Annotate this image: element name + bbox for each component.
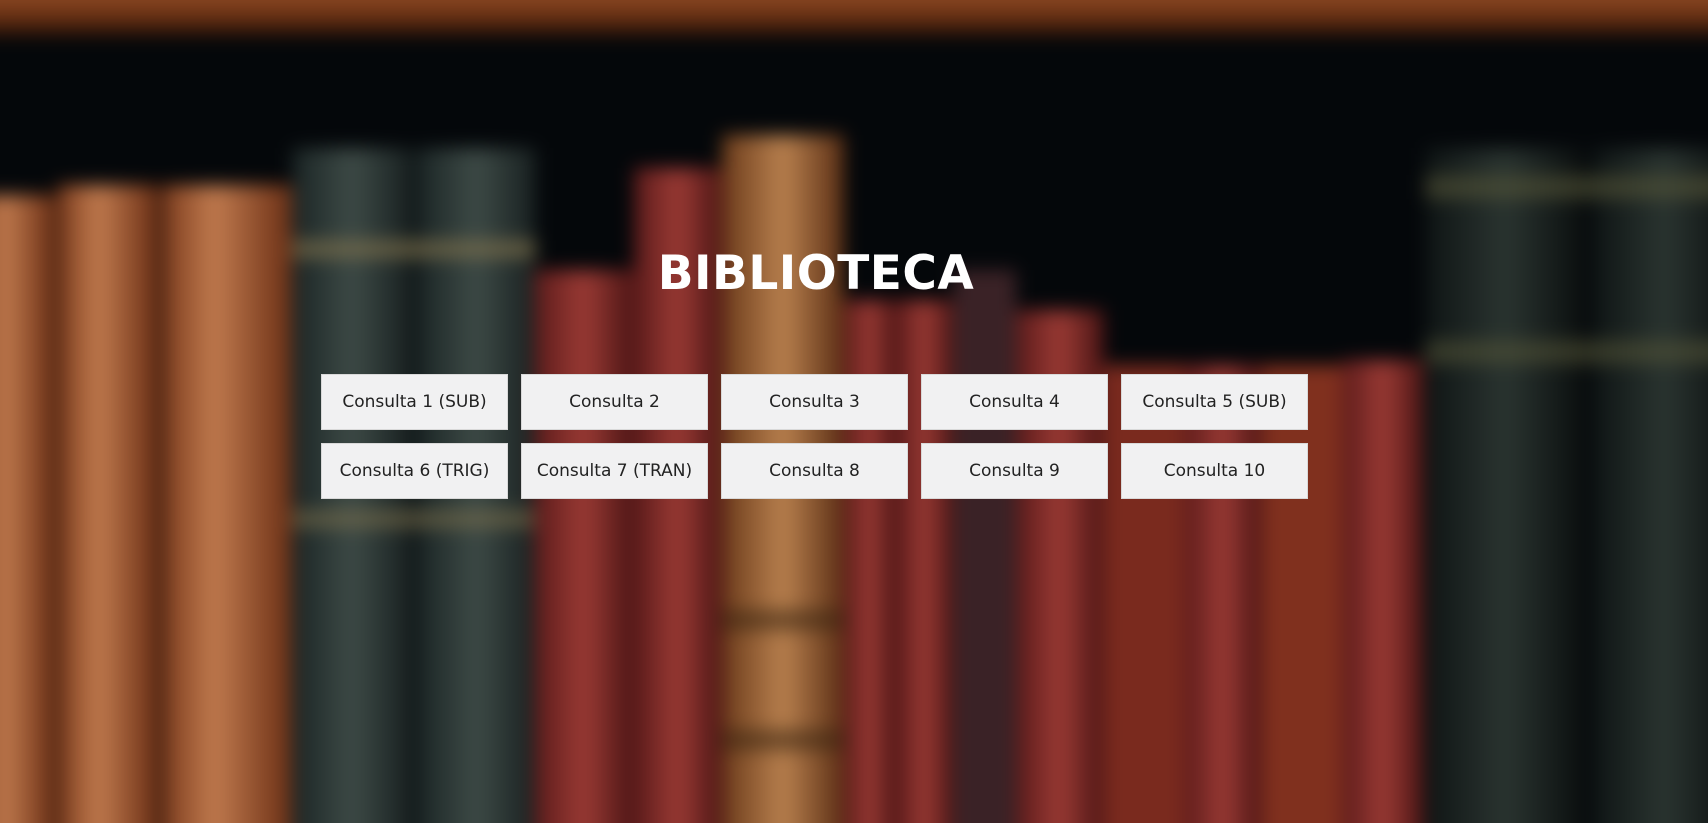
consulta-9-button[interactable]: Consulta 9	[921, 443, 1108, 499]
consulta-6-button[interactable]: Consulta 6 (TRIG)	[321, 443, 508, 499]
consulta-8-button[interactable]: Consulta 8	[721, 443, 908, 499]
consulta-5-button[interactable]: Consulta 5 (SUB)	[1121, 374, 1308, 430]
query-button-grid: Consulta 1 (SUB) Consulta 2 Consulta 3 C…	[321, 374, 1311, 499]
consulta-2-button[interactable]: Consulta 2	[521, 374, 708, 430]
page-title: BIBLIOTECA	[657, 246, 975, 301]
page: BIBLIOTECA Consulta 1 (SUB) Consulta 2 C…	[0, 0, 1708, 823]
consulta-3-button[interactable]: Consulta 3	[721, 374, 908, 430]
consulta-7-button[interactable]: Consulta 7 (TRAN)	[521, 443, 708, 499]
consulta-1-button[interactable]: Consulta 1 (SUB)	[321, 374, 508, 430]
consulta-4-button[interactable]: Consulta 4	[921, 374, 1108, 430]
consulta-10-button[interactable]: Consulta 10	[1121, 443, 1308, 499]
